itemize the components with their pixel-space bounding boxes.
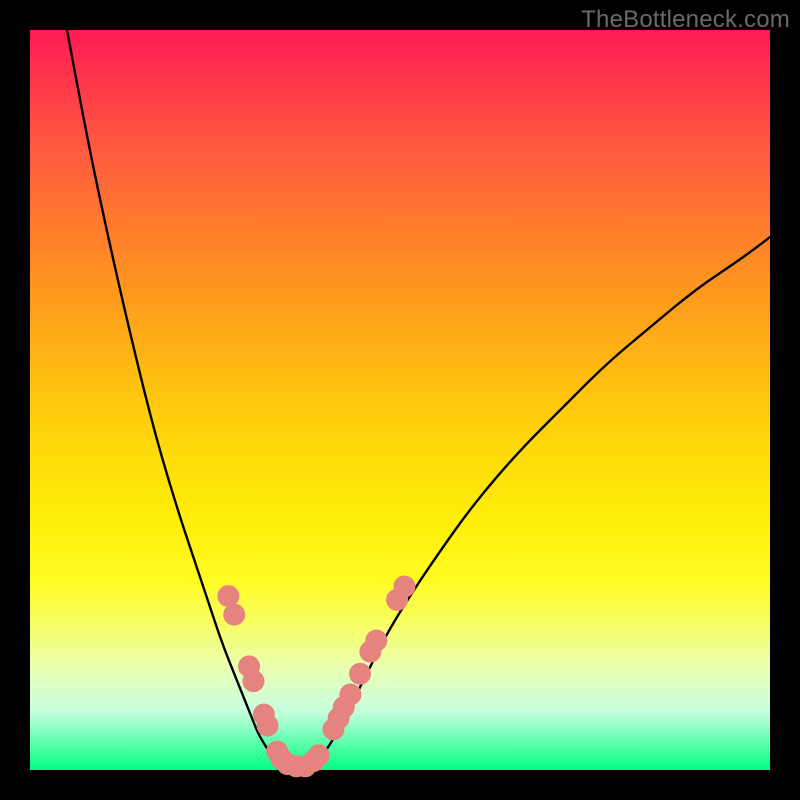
highlight-dot — [242, 670, 264, 692]
highlight-dot — [257, 715, 279, 737]
highlight-dot — [349, 663, 371, 685]
watermark-text: TheBottleneck.com — [581, 6, 790, 34]
highlight-markers-group — [217, 575, 415, 777]
outer-frame: TheBottleneck.com — [0, 0, 800, 800]
highlight-dot — [308, 744, 330, 766]
highlight-dot — [393, 575, 415, 597]
highlight-dot — [223, 604, 245, 626]
highlight-dot — [339, 684, 361, 706]
chart-svg — [30, 30, 770, 770]
highlight-dot — [365, 630, 387, 652]
curve-right-branch — [311, 237, 770, 766]
